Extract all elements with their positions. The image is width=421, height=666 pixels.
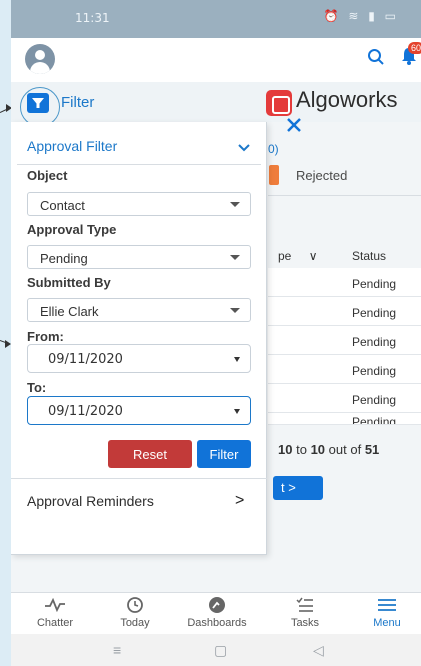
nav-dashboards[interactable]: Dashboards <box>177 595 257 629</box>
submitted-by-value: Ellie Clark <box>40 304 99 319</box>
filter-label[interactable]: Filter <box>61 94 94 111</box>
nav-tasks[interactable]: Tasks <box>265 595 345 629</box>
approval-filter-title: Approval Filter <box>27 138 118 154</box>
object-label: Object <box>27 168 68 183</box>
to-date-value: 09/11/2020 <box>48 404 123 419</box>
status-bar: 11:31 ⏰ ≋ ▮ ▭ <box>11 0 421 38</box>
pagination-start: 10 <box>278 442 293 457</box>
clock-icon <box>126 596 144 617</box>
table-row[interactable]: Pending <box>268 413 421 425</box>
table-row[interactable]: Pending <box>268 268 421 297</box>
nav-menu-label: Menu <box>373 617 401 629</box>
status-cell: Pending <box>352 306 397 320</box>
approval-filter-header[interactable]: Approval Filter <box>11 130 267 164</box>
algoworks-logo-icon <box>266 90 292 116</box>
approval-reminders-row[interactable]: Approval Reminders > <box>27 486 257 514</box>
column-type-label: pe <box>278 249 292 263</box>
to-label: To: <box>27 380 47 395</box>
tab-count: 0) <box>268 142 279 156</box>
back-icon[interactable]: ◁ <box>313 642 324 659</box>
table-row[interactable]: Pending <box>268 297 421 326</box>
approval-type-value: Pending <box>40 251 88 266</box>
status-icons: ⏰ ≋ ▮ ▭ <box>323 9 399 23</box>
nav-chatter-label: Chatter <box>36 617 74 629</box>
apply-filter-button[interactable]: Filter <box>197 440 251 468</box>
nav-today-label: Today <box>120 617 150 629</box>
menu-icon <box>377 598 397 615</box>
notification-badge: 60 <box>408 42 421 54</box>
rejected-tab[interactable]: Rejected <box>296 168 347 183</box>
algoworks-logo-text: Algoworks <box>296 87 398 112</box>
filter-icon[interactable] <box>27 93 49 113</box>
status-cell: Pending <box>352 393 397 407</box>
recents-icon[interactable]: ≡ <box>113 642 121 658</box>
pagination-end: 10 <box>310 442 326 457</box>
from-label: From: <box>27 329 64 344</box>
next-button[interactable]: t > <box>273 476 323 500</box>
reset-button[interactable]: Reset <box>108 440 192 468</box>
avatar-head <box>35 50 45 60</box>
to-date-field[interactable]: 09/11/2020 <box>27 396 251 425</box>
panel-divider <box>17 164 261 165</box>
from-date-field[interactable]: 09/11/2020 <box>27 344 251 373</box>
pagination-to: to <box>296 442 307 457</box>
phone-screen: 11:31 ⏰ ≋ ▮ ▭ 60 Filter Algoworks 0) Rej… <box>11 0 421 666</box>
status-cell: Pending <box>352 277 397 291</box>
search-icon[interactable] <box>367 48 385 71</box>
pagination-text: 10 to 10 out of 51 <box>278 442 379 457</box>
column-header-type[interactable]: pe ∨ <box>278 249 318 263</box>
tasks-icon <box>296 597 314 616</box>
bottom-nav: Chatter Today Dashboards Tasks Menu <box>11 592 421 634</box>
submitted-by-label: Submitted By <box>27 275 111 290</box>
dropdown-arrow-icon <box>230 308 240 313</box>
dropdown-arrow-icon <box>234 409 240 414</box>
approval-type-label: Approval Type <box>27 222 117 237</box>
chevron-down-icon: ∨ <box>308 249 318 263</box>
nav-tasks-label: Tasks <box>290 617 320 629</box>
object-value: Contact <box>40 198 85 213</box>
avatar-body <box>30 62 50 74</box>
table-row[interactable]: Pending <box>268 355 421 384</box>
close-icon[interactable] <box>284 115 304 135</box>
panel-divider <box>11 478 267 479</box>
status-cell: Pending <box>352 364 397 378</box>
nav-menu[interactable]: Menu <box>347 595 421 629</box>
nav-today[interactable]: Today <box>95 595 175 629</box>
dropdown-arrow-icon <box>230 202 240 207</box>
filter-row: Filter Algoworks <box>11 82 421 127</box>
status-time: 11:31 <box>75 11 110 25</box>
approval-filter-panel: Approval Filter Object Contact Approval … <box>11 122 267 555</box>
status-cell: Pending <box>352 415 397 425</box>
system-nav-bar: ≡ ▢ ◁ <box>11 634 421 666</box>
submitted-by-select[interactable]: Ellie Clark <box>27 298 251 322</box>
approval-type-select[interactable]: Pending <box>27 245 251 269</box>
table-row[interactable]: Pending <box>268 384 421 413</box>
pagination-out: out of <box>328 442 362 457</box>
avatar[interactable] <box>25 44 55 74</box>
status-cell: Pending <box>352 335 397 349</box>
dropdown-arrow-icon <box>230 255 240 260</box>
app-header: 60 <box>11 38 421 80</box>
dropdown-arrow-icon <box>234 357 240 362</box>
table-row[interactable]: Pending <box>268 326 421 355</box>
approval-reminders-label: Approval Reminders <box>27 493 154 509</box>
chevron-right-icon: > <box>235 492 245 509</box>
nav-dashboards-label: Dashboards <box>187 617 247 629</box>
nav-chatter[interactable]: Chatter <box>15 595 95 629</box>
home-icon[interactable]: ▢ <box>214 642 227 659</box>
object-select[interactable]: Contact <box>27 192 251 216</box>
from-date-value: 09/11/2020 <box>48 352 123 367</box>
column-header-status[interactable]: Status <box>352 249 386 263</box>
chatter-icon <box>45 597 65 615</box>
gauge-icon <box>208 596 226 617</box>
divider <box>268 195 421 196</box>
chevron-down-icon[interactable] <box>237 140 251 158</box>
approval-table: Pending Pending Pending Pending Pending … <box>268 268 421 425</box>
rejected-indicator <box>269 165 279 185</box>
pagination-total: 51 <box>364 442 380 457</box>
